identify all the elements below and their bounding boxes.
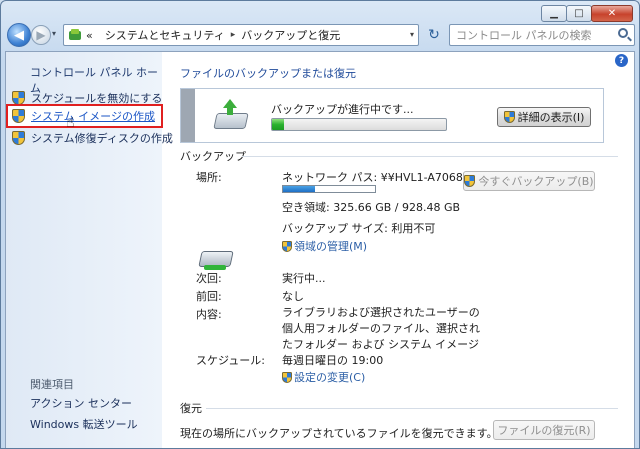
minimize-button[interactable]: ▁ xyxy=(541,5,567,22)
last-value: なし xyxy=(282,290,304,303)
backup-section-heading: バックアップ xyxy=(180,150,246,163)
breadcrumb-overflow[interactable]: « xyxy=(86,29,93,42)
restore-files-label: ファイルの復元(R) xyxy=(497,424,591,437)
uac-shield-icon xyxy=(12,91,25,105)
restore-description: 現在の場所にバックアップされているファイルを復元できます。 xyxy=(180,427,498,440)
search-icon[interactable] xyxy=(618,28,628,38)
change-settings-link[interactable]: 設定の変更(C) xyxy=(282,369,365,385)
control-panel-window: ▁ □ ✕ ◀ ▶ ▾ « システムとセキュリティ ▸ バックアップと復元 ▾ … xyxy=(0,0,640,449)
change-settings-label: 設定の変更(C) xyxy=(294,371,366,384)
task-label: システム修復ディスクの作成 xyxy=(31,132,173,145)
task-label: システム イメージの作成 xyxy=(31,110,155,123)
last-label: 前回: xyxy=(196,290,222,303)
main-pane: ? ファイルのバックアップまたは復元 バックアップが進行中です... 詳細の表示… xyxy=(162,52,634,448)
view-details-label: 詳細の表示(I) xyxy=(517,111,585,124)
status-strip xyxy=(181,89,195,142)
backup-in-progress-icon xyxy=(213,99,251,133)
easy-transfer-link[interactable]: Windows 転送ツール xyxy=(30,416,138,432)
uac-shield-icon xyxy=(12,131,25,145)
navigation-bar: ◀ ▶ ▾ « システムとセキュリティ ▸ バックアップと復元 ▾ ↻ コントロ… xyxy=(5,23,635,51)
schedule-value: 毎週日曜日の 19:00 xyxy=(282,354,384,367)
control-panel-icon xyxy=(68,28,82,42)
schedule-label: スケジュール: xyxy=(196,354,265,367)
progress-fill xyxy=(272,119,285,130)
manage-space-label: 領域の管理(M) xyxy=(294,240,368,253)
close-button[interactable]: ✕ xyxy=(591,5,633,22)
section-divider xyxy=(206,408,618,409)
address-dropdown-icon[interactable]: ▾ xyxy=(410,30,414,39)
breadcrumb-system-security[interactable]: システムとセキュリティ xyxy=(105,27,225,43)
uac-shield-icon xyxy=(282,371,292,383)
search-input[interactable]: コントロール パネルの検索 xyxy=(449,24,635,46)
create-repair-disc-link[interactable]: システム修復ディスクの作成 xyxy=(12,130,173,146)
task-label: スケジュールを無効にする xyxy=(31,92,163,105)
manage-space-link[interactable]: 領域の管理(M) xyxy=(282,238,367,254)
search-placeholder: コントロール パネルの検索 xyxy=(456,29,592,42)
disk-usage-bar xyxy=(282,185,376,193)
forward-button[interactable]: ▶ xyxy=(31,25,51,45)
caption-buttons: ▁ □ ✕ xyxy=(541,5,633,22)
network-path-value: ネットワーク パス: ¥¥HVL1-A70685¥c... xyxy=(282,171,494,184)
uac-shield-icon xyxy=(282,240,292,252)
backup-size-value: バックアップ サイズ: 利用不可 xyxy=(282,222,436,235)
backup-now-button[interactable]: 今すぐバックアップ(B) xyxy=(463,171,595,191)
uac-shield-icon xyxy=(503,111,515,123)
free-space-value: 空き領域: 325.66 GB / 928.48 GB xyxy=(282,201,461,214)
page-title: ファイルのバックアップまたは復元 xyxy=(180,67,356,80)
next-value: 実行中... xyxy=(282,272,326,285)
contents-value: ライブラリおよび選択されたユーザーの個人用フォルダーのファイル、選択されたフォル… xyxy=(282,306,480,351)
see-also-heading: 関連項目 xyxy=(30,378,74,391)
view-details-button[interactable]: 詳細の表示(I) xyxy=(497,107,591,127)
action-center-link[interactable]: アクション センター xyxy=(30,395,132,411)
breadcrumb-backup-restore[interactable]: バックアップと復元 xyxy=(241,27,340,43)
recent-pages-dropdown[interactable]: ▾ xyxy=(52,29,56,38)
disk-usage-fill xyxy=(283,186,316,192)
backup-status-box: バックアップが進行中です... 詳細の表示(I) xyxy=(180,88,604,143)
backup-drive-icon xyxy=(198,245,234,273)
status-text: バックアップが進行中です... xyxy=(271,103,414,116)
create-system-image-link[interactable]: システム イメージの作成 xyxy=(6,104,163,128)
hand-cursor-icon: ☝ xyxy=(66,115,75,131)
breadcrumb-separator-icon[interactable]: ▸ xyxy=(231,30,236,40)
disable-schedule-link[interactable]: スケジュールを無効にする xyxy=(12,90,162,106)
next-label: 次回: xyxy=(196,272,222,285)
refresh-button[interactable]: ↻ xyxy=(423,26,445,44)
help-icon[interactable]: ? xyxy=(615,54,628,67)
content-area: コントロール パネル ホーム スケジュールを無効にする システム イメージの作成… xyxy=(5,51,635,448)
maximize-button[interactable]: □ xyxy=(566,5,592,22)
uac-shield-icon xyxy=(12,109,25,123)
restore-section-heading: 復元 xyxy=(180,402,202,415)
address-bar[interactable]: « システムとセキュリティ ▸ バックアップと復元 ▾ xyxy=(63,24,419,46)
left-pane: コントロール パネル ホーム スケジュールを無効にする システム イメージの作成… xyxy=(6,52,173,448)
location-label: 場所: xyxy=(196,171,222,184)
backup-now-label: 今すぐバックアップ(B) xyxy=(478,175,594,188)
contents-label: 内容: xyxy=(196,308,222,321)
section-divider xyxy=(242,156,618,157)
uac-shield-icon xyxy=(464,175,476,187)
backup-progress-bar xyxy=(271,118,447,131)
back-button[interactable]: ◀ xyxy=(7,23,31,47)
restore-files-button[interactable]: ファイルの復元(R) xyxy=(493,420,595,440)
